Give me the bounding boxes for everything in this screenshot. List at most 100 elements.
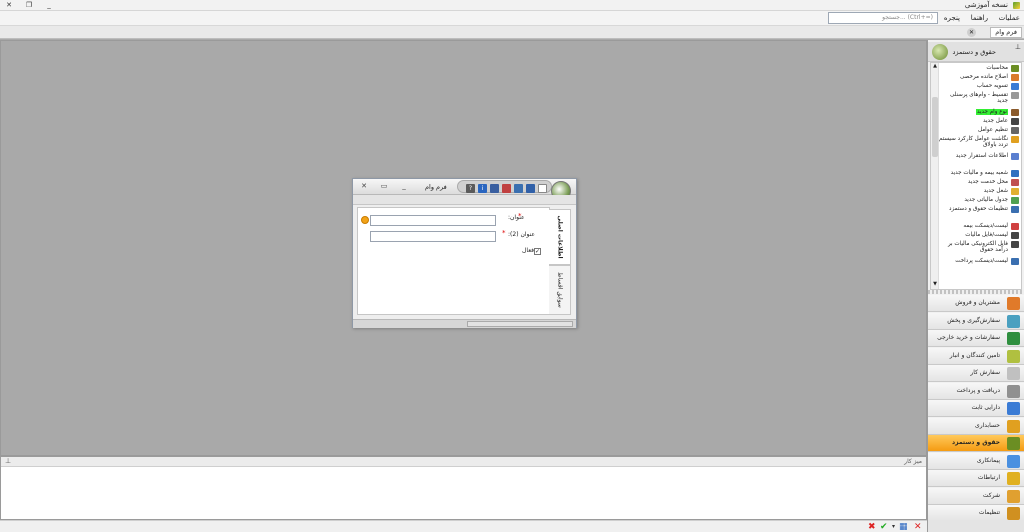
restore-window-button[interactable]: ❐ bbox=[22, 0, 36, 10]
menu-window[interactable]: پنجره bbox=[944, 14, 960, 22]
scroll-down-icon[interactable]: ▼ bbox=[931, 281, 939, 287]
sidebar-title: حقوق و دستمزد bbox=[952, 48, 996, 56]
sidebar-header: ⊥ حقوق و دستمزد bbox=[928, 42, 1024, 62]
dialog-title-bar[interactable]: ✕ ▭ _ فرم وام ? i bbox=[353, 179, 576, 195]
task-label: اطلاعات استقرار جدید bbox=[955, 153, 1008, 159]
close-tab-icon[interactable]: ✕ bbox=[967, 28, 976, 37]
sidebar-task-item[interactable]: اطلاعات استقرار جدید bbox=[939, 153, 1019, 160]
sidebar-task-item[interactable]: جدول مالیاتی جدید bbox=[939, 197, 1019, 204]
module-icon bbox=[1007, 454, 1020, 468]
search-input[interactable]: جستجو... (Ctrl+=) bbox=[828, 12, 938, 24]
title-input[interactable] bbox=[370, 215, 496, 226]
dialog-minimize-icon[interactable]: _ bbox=[399, 182, 409, 190]
delete-icon[interactable] bbox=[502, 184, 511, 193]
sidebar-task-item[interactable]: تنظیمات حقوق و دستمزد bbox=[939, 206, 1019, 213]
task-icon bbox=[1011, 118, 1019, 125]
save-as-icon[interactable] bbox=[514, 184, 523, 193]
dialog-restore-icon[interactable]: ▭ bbox=[379, 182, 389, 190]
task-label: تقسیط - وام‌های پرسنلی جدید bbox=[949, 92, 1008, 104]
sidebar-task-item[interactable]: اصلاح مانده مرخصی bbox=[939, 74, 1019, 81]
nav-module-button[interactable]: دریافت و پرداخت bbox=[928, 382, 1024, 400]
module-label: ارتباطات bbox=[977, 474, 1000, 481]
title2-label: عنوان (2): bbox=[508, 231, 536, 238]
sidebar-task-item[interactable]: نوع وام جدید bbox=[939, 109, 1019, 116]
sidebar-task-item[interactable]: محل خدمت جدید bbox=[939, 179, 1019, 186]
menu-help[interactable]: راهنما bbox=[971, 14, 988, 22]
print-icon[interactable] bbox=[490, 184, 499, 193]
nav-module-button[interactable]: حقوق و دستمزد bbox=[928, 435, 1024, 452]
task-label: جدول مالیاتی جدید bbox=[964, 197, 1008, 203]
sidebar-task-list: ▲ ▼ محاسبات اصلاح مانده مرخصی تسویه حساب تق… bbox=[930, 62, 1022, 290]
module-label: سفارشات و خرید خارجی bbox=[937, 334, 1000, 341]
dialog-close-icon[interactable]: ✕ bbox=[359, 182, 369, 190]
module-icon bbox=[1007, 349, 1020, 363]
task-icon bbox=[1011, 109, 1019, 116]
sidebar-pin-icon[interactable]: ⊥ bbox=[1015, 43, 1021, 51]
task-icon bbox=[1011, 197, 1019, 204]
active-checkbox[interactable]: ✓ bbox=[534, 248, 541, 255]
task-icon bbox=[1011, 127, 1019, 134]
save-icon[interactable] bbox=[526, 184, 535, 193]
sidebar-task-item[interactable]: محاسبات bbox=[939, 65, 1019, 72]
title2-input[interactable] bbox=[370, 231, 496, 242]
desktop-panel-title: میز کار bbox=[904, 458, 922, 465]
sidebar-task-item[interactable]: تسویه حساب bbox=[939, 83, 1019, 90]
sidebar-task-item[interactable]: فایل الکترونیکی مالیات بر درآمد حقوق bbox=[939, 241, 1019, 253]
sidebar-task-item[interactable]: لیست/فایل مالیات bbox=[939, 232, 1019, 239]
panel-pin-icon[interactable]: ⊥ bbox=[5, 457, 11, 465]
cancel-icon[interactable]: ✖ bbox=[868, 522, 876, 532]
desktop-panel-header: ⊥ میز کار bbox=[1, 457, 926, 467]
nav-module-button[interactable]: ارتباطات bbox=[928, 470, 1024, 487]
task-label: تنظیمات حقوق و دستمزد bbox=[949, 206, 1008, 212]
nav-module-button[interactable]: حسابداری bbox=[928, 417, 1024, 435]
sidebar-scrollbar[interactable]: ▲ ▼ bbox=[931, 63, 939, 289]
sidebar-task-item[interactable]: لیست/دیسکت پرداخت bbox=[939, 258, 1019, 265]
dropdown-icon[interactable]: ▾ bbox=[892, 522, 895, 532]
nav-module-button[interactable]: سفارش‌گیری و پخش bbox=[928, 312, 1024, 330]
scroll-thumb[interactable] bbox=[932, 97, 938, 157]
help-icon[interactable]: ? bbox=[466, 184, 475, 193]
task-icon bbox=[1011, 188, 1019, 195]
menu-operations[interactable]: عملیات bbox=[999, 14, 1020, 22]
sidebar-task-item[interactable]: عامل جدید bbox=[939, 118, 1019, 125]
sidebar-task-item[interactable]: لیست/دیسکت بیمه bbox=[939, 223, 1019, 230]
app-logo-icon bbox=[1013, 2, 1020, 9]
close-window-button[interactable]: ✕ bbox=[2, 0, 16, 10]
minimize-window-button[interactable]: _ bbox=[42, 0, 56, 10]
sidebar-task-item[interactable]: تقسیط - وام‌های پرسنلی جدید bbox=[939, 92, 1019, 104]
nav-module-button[interactable]: پیمانکاری bbox=[928, 452, 1024, 470]
nav-module-button[interactable]: دارایی ثابت bbox=[928, 400, 1024, 417]
title2-required-mark: * bbox=[502, 229, 506, 237]
dialog-toolbar: ? i bbox=[457, 180, 552, 193]
info-icon[interactable]: i bbox=[478, 184, 487, 193]
module-icon bbox=[1007, 402, 1020, 415]
calculator-icon[interactable]: ▦ bbox=[899, 522, 908, 532]
sidebar-task-item[interactable]: شغل جدید bbox=[939, 188, 1019, 195]
nav-splitter[interactable] bbox=[928, 290, 1024, 294]
tab-main-info[interactable]: اطلاعات اصلی bbox=[549, 209, 571, 265]
title-bar: ✕ ❐ _ نسخه آموزشی bbox=[0, 0, 1024, 11]
task-label: اصلاح مانده مرخصی bbox=[960, 74, 1008, 80]
new-icon[interactable] bbox=[538, 184, 547, 193]
tab-installments-history[interactable]: سوابق اقساط bbox=[549, 265, 571, 315]
sidebar-task-item[interactable]: نگاشت عوامل کارکرد سیستم تردد باولاق bbox=[939, 136, 1019, 148]
warning-flag-icon bbox=[361, 216, 369, 224]
sidebar-footer bbox=[928, 520, 1024, 532]
nav-module-button[interactable]: تامین کنندگان و انبار bbox=[928, 347, 1024, 365]
sidebar-task-item[interactable]: شعبه بیمه و مالیات جدید bbox=[939, 170, 1019, 177]
task-label: تنظیم عوامل bbox=[977, 127, 1008, 133]
task-label: عامل جدید bbox=[983, 118, 1008, 124]
nav-module-button[interactable]: سفارش کار bbox=[928, 365, 1024, 382]
nav-module-button[interactable]: شرکت bbox=[928, 487, 1024, 505]
nav-module-button[interactable]: مشتریان و فروش bbox=[928, 295, 1024, 312]
document-tab-strip: ✕ فرم وام bbox=[0, 26, 1024, 39]
nav-module-button[interactable]: سفارشات و خرید خارجی bbox=[928, 330, 1024, 347]
scroll-up-icon[interactable]: ▲ bbox=[931, 63, 939, 69]
loan-form-dialog: ✕ ▭ _ فرم وام ? i عنوان: * عنوان (2): * … bbox=[352, 178, 577, 328]
tab-loan-form[interactable]: فرم وام bbox=[990, 27, 1022, 38]
sidebar-task-item[interactable]: تنظیم عوامل bbox=[939, 127, 1019, 134]
module-icon bbox=[1007, 332, 1020, 345]
close-icon[interactable]: ✕ bbox=[914, 522, 922, 532]
task-label: نوع وام جدید bbox=[976, 109, 1008, 115]
confirm-icon[interactable]: ✔ bbox=[880, 522, 888, 532]
